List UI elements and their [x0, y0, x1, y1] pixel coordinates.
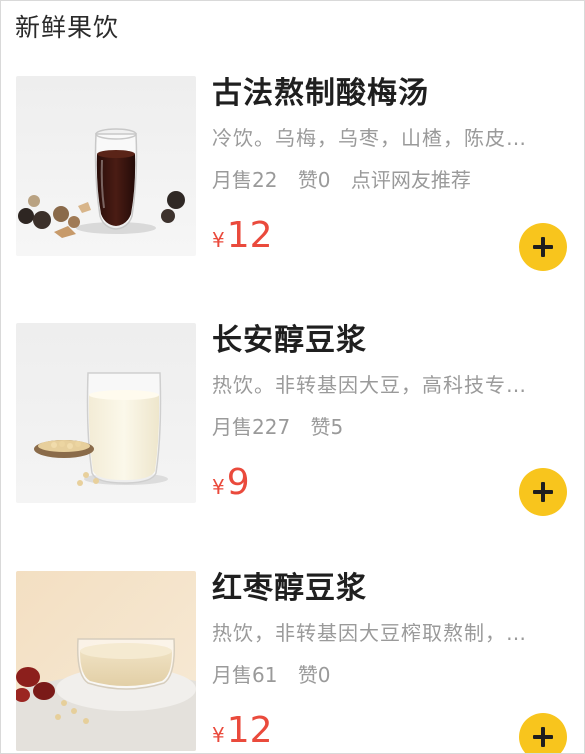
- item-price: ¥12: [212, 709, 273, 753]
- monthly-sales: 月售227: [212, 415, 291, 439]
- item-name[interactable]: 长安醇豆浆: [212, 321, 367, 361]
- item-description: 冷饮。乌梅，乌枣，山楂，陈皮…: [212, 126, 527, 150]
- product-image[interactable]: [16, 76, 196, 256]
- add-to-cart-button[interactable]: [519, 223, 567, 271]
- add-to-cart-button[interactable]: [519, 713, 567, 753]
- menu-item[interactable]: 长安醇豆浆 热饮。非转基因大豆，高科技专… 月售227 赞5 ¥9: [1, 323, 584, 523]
- item-price: ¥9: [212, 461, 250, 505]
- item-name[interactable]: 红枣醇豆浆: [212, 569, 367, 609]
- monthly-sales: 月售22: [212, 168, 278, 192]
- item-name[interactable]: 古法熬制酸梅汤: [212, 74, 429, 114]
- red-date-soy-milk-image: [16, 571, 196, 751]
- item-description: 热饮，非转基因大豆榨取熬制，…: [212, 621, 527, 645]
- sour-plum-drink-image: [16, 76, 196, 256]
- currency-symbol: ¥: [212, 723, 225, 747]
- price-value: 12: [226, 215, 273, 256]
- menu-screen: 新鲜果饮 古法熬制酸梅汤 冷饮。乌梅，乌枣，山楂，陈皮… 月售22 赞0 点评网…: [0, 0, 585, 754]
- soy-milk-glass-image: [16, 323, 196, 503]
- price-value: 9: [226, 462, 250, 503]
- add-to-cart-button[interactable]: [519, 468, 567, 516]
- item-price: ¥12: [212, 214, 273, 258]
- likes-count: 赞0: [297, 663, 331, 687]
- product-image[interactable]: [16, 571, 196, 751]
- item-stats: 月售22 赞0 点评网友推荐: [212, 166, 485, 194]
- section-title: 新鲜果饮: [15, 13, 120, 42]
- recommendation-tag: 点评网友推荐: [350, 168, 471, 192]
- plus-icon: [533, 237, 553, 257]
- monthly-sales: 月售61: [212, 663, 278, 687]
- price-value: 12: [226, 710, 273, 751]
- item-stats: 月售227 赞5: [212, 413, 357, 441]
- plus-icon: [533, 727, 553, 747]
- item-stats: 月售61 赞0: [212, 661, 345, 689]
- plus-icon: [533, 482, 553, 502]
- likes-count: 赞5: [310, 415, 344, 439]
- currency-symbol: ¥: [212, 228, 225, 252]
- item-description: 热饮。非转基因大豆，高科技专…: [212, 373, 527, 397]
- menu-item[interactable]: 红枣醇豆浆 热饮，非转基因大豆榨取熬制，… 月售61 赞0 ¥12: [1, 569, 584, 753]
- menu-item[interactable]: 古法熬制酸梅汤 冷饮。乌梅，乌枣，山楂，陈皮… 月售22 赞0 点评网友推荐 ¥…: [1, 76, 584, 276]
- product-image[interactable]: [16, 323, 196, 503]
- currency-symbol: ¥: [212, 475, 225, 499]
- likes-count: 赞0: [297, 168, 331, 192]
